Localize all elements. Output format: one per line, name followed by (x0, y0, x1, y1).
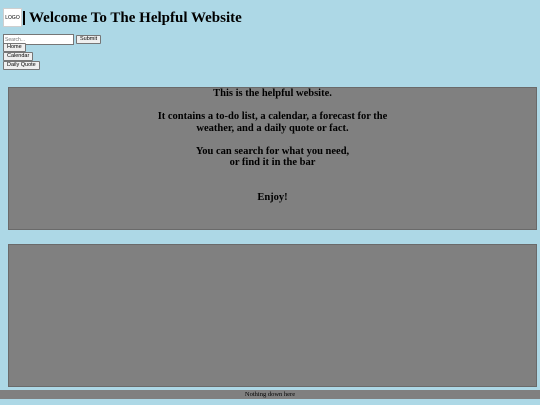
content-panel (8, 244, 537, 387)
submit-button[interactable]: Submit (76, 35, 102, 44)
nav-calendar-button[interactable]: Calendar (3, 52, 34, 61)
page-title: Welcome To The Helpful Website (29, 9, 242, 26)
logo-image: LOGO (3, 8, 22, 27)
page-footer: Nothing down here (0, 390, 540, 399)
intro-line-5: or find it in the bar (229, 157, 316, 168)
intro-line-1: This is the helpful website. (213, 88, 332, 99)
nav-home-button[interactable]: Home (3, 43, 26, 52)
intro-line-4: You can search for what you need, (195, 145, 350, 157)
intro-line-6: Enjoy! (257, 191, 288, 203)
intro-line-3: weather, and a daily quote or fact. (196, 122, 349, 134)
nav-daily-quote-button[interactable]: Daily Quote (3, 61, 40, 70)
logo-divider (23, 10, 25, 25)
nav-bar: Home Calendar Daily Quote (3, 43, 40, 70)
intro-panel: This is the helpful website. It contains… (8, 87, 537, 230)
site-header: LOGO Welcome To The Helpful Website (3, 8, 242, 27)
intro-line-2: It contains a to-do list, a calendar, a … (157, 111, 388, 122)
